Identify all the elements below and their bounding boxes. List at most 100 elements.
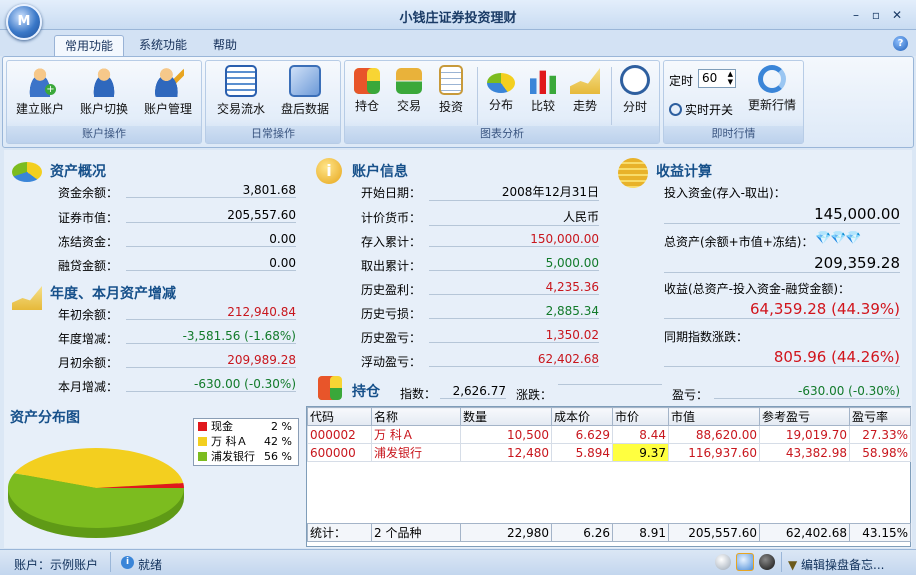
asset-pie-chart bbox=[7, 448, 184, 538]
withdrawals-label: 取出累计： bbox=[361, 259, 422, 273]
ribbon-group-account: + 建立账户 账户切换 账户管理 账户操作 bbox=[6, 60, 202, 144]
cell: 浦发银行 bbox=[371, 443, 461, 462]
tab-help[interactable]: 帮助 bbox=[203, 35, 247, 56]
trade-chart-button[interactable]: 交易 bbox=[387, 65, 431, 114]
theme-blue-icon[interactable] bbox=[736, 553, 754, 571]
theme-black-icon[interactable] bbox=[759, 554, 775, 570]
funnel-icon: ▼ bbox=[788, 558, 802, 572]
status-account: 账户：示例账户 bbox=[14, 558, 99, 572]
profit-label: 收益(总资产-投入资金-融贷金额)： bbox=[664, 282, 851, 296]
tab-system[interactable]: 系统功能 bbox=[129, 35, 197, 56]
cell: 88,620.00 bbox=[668, 425, 760, 444]
cell-selected[interactable]: 9.37 bbox=[612, 443, 669, 462]
change-label: 涨跌： bbox=[516, 388, 553, 402]
stepper-arrows-icon[interactable]: ▲ ▼ bbox=[728, 70, 733, 86]
holdings-grid[interactable]: 代码 名称 数量 成本价 市价 市值 参考盈亏 盈亏率 000002 万 科Ａ … bbox=[306, 406, 911, 547]
floating-pl-value: 62,402.68 bbox=[429, 352, 599, 367]
month-change-value: -630.00 (-0.30%) bbox=[126, 377, 296, 392]
memo-button[interactable]: ▼ 编辑操盘备忘... bbox=[788, 556, 885, 573]
app-menu-button[interactable]: M bbox=[6, 4, 42, 40]
col-header[interactable]: 盈亏率 bbox=[849, 407, 911, 426]
year-start-value: 212,940.84 bbox=[126, 305, 296, 320]
floating-pl-label: 浮动盈亏： bbox=[361, 355, 422, 369]
cubes-icon bbox=[354, 68, 380, 94]
ribbon-group-realtime: 定时 60 ▲ ▼ 实时开关 更新行情 即时行情 bbox=[663, 60, 804, 144]
window-title: 小钱庄证券投资理财 bbox=[399, 11, 517, 26]
legend-cash: 现金 2 % bbox=[194, 419, 298, 434]
summary-row: 统计： 2 个品种 22,980 6.26 8.91 205,557.60 62… bbox=[307, 523, 911, 542]
update-quotes-button[interactable]: 更新行情 bbox=[744, 65, 800, 113]
intraday-chart-button[interactable]: 分时 bbox=[613, 65, 657, 115]
legend-vanke: 万 科Ａ 42 % bbox=[194, 434, 298, 449]
theme-silver-icon[interactable] bbox=[715, 554, 731, 570]
col-header[interactable]: 参考盈亏 bbox=[759, 407, 850, 426]
legend-swatch bbox=[198, 437, 207, 446]
tab-common[interactable]: 常用功能 bbox=[54, 35, 125, 56]
help-icon[interactable]: ? bbox=[893, 36, 908, 51]
user-edit-icon bbox=[152, 65, 184, 97]
ledger-icon bbox=[225, 65, 257, 97]
investment-chart-button[interactable]: 投资 bbox=[429, 65, 473, 115]
ribbon-group-daily: 交易流水 盘后数据 日常操作 bbox=[205, 60, 341, 144]
frozen-funds-label: 冻结资金： bbox=[58, 235, 119, 249]
summary-table: 统计： 2 个品种 22,980 6.26 8.91 205,557.60 62… bbox=[307, 523, 911, 542]
col-header[interactable]: 市值 bbox=[668, 407, 760, 426]
switch-account-button[interactable]: 账户切换 bbox=[75, 65, 133, 117]
currency-label: 计价货币： bbox=[361, 211, 422, 225]
table-row[interactable]: 600000 浦发银行 12,480 5.894 9.37 116,937.60… bbox=[307, 443, 911, 462]
cell: 8.91 bbox=[612, 523, 669, 542]
table-row[interactable]: 000002 万 科Ａ 10,500 6.629 8.44 88,620.00 … bbox=[307, 425, 911, 444]
col-header[interactable]: 代码 bbox=[307, 407, 372, 426]
cell: 62,402.68 bbox=[759, 523, 850, 542]
distribution-title: 资产分布图 bbox=[10, 410, 80, 426]
exchange-icon bbox=[396, 68, 422, 94]
transaction-log-button[interactable]: 交易流水 bbox=[212, 65, 270, 117]
trend-chart-button[interactable]: 走势 bbox=[563, 65, 607, 114]
realtime-toggle[interactable]: 实时开关 bbox=[669, 101, 733, 118]
close-button[interactable]: ✕ bbox=[889, 8, 905, 22]
start-date-label: 开始日期： bbox=[361, 186, 422, 200]
diamond-rating-icon: 💎💎💎 bbox=[815, 231, 862, 246]
compare-chart-button[interactable]: 比较 bbox=[521, 65, 565, 114]
hist-profit-label: 历史盈利： bbox=[361, 283, 422, 297]
cell: 22,980 bbox=[460, 523, 552, 542]
group-caption: 账户操作 bbox=[7, 126, 201, 143]
cell: 600000 bbox=[307, 443, 372, 462]
holdings-title: 持仓 bbox=[352, 384, 380, 400]
after-market-data-button[interactable]: 盘后数据 bbox=[276, 65, 334, 117]
restore-button[interactable]: ▫ bbox=[868, 8, 884, 22]
col-header[interactable]: 数量 bbox=[460, 407, 552, 426]
timer-label: 定时 bbox=[669, 74, 694, 88]
col-header[interactable]: 成本价 bbox=[551, 407, 613, 426]
total-assets-label: 总资产(余额+市值+冻结)： bbox=[664, 235, 814, 249]
clock-icon bbox=[669, 103, 682, 116]
status-state: 就绪 bbox=[138, 558, 163, 572]
info-icon: i bbox=[121, 556, 134, 569]
clipboard-icon bbox=[439, 65, 463, 95]
pie-chart-icon bbox=[487, 73, 515, 93]
asset-overview-title: 资产概况 bbox=[50, 164, 106, 180]
minimize-button[interactable]: – bbox=[848, 8, 864, 22]
col-header[interactable]: 市价 bbox=[612, 407, 669, 426]
month-start-value: 209,989.28 bbox=[126, 353, 296, 368]
cell: 43.15% bbox=[849, 523, 911, 542]
manage-account-button[interactable]: 账户管理 bbox=[139, 65, 197, 117]
month-start-label: 月初余额： bbox=[58, 356, 119, 370]
year-change-value: -3,581.56 (-1.68%) bbox=[126, 329, 296, 344]
cubes-icon bbox=[318, 376, 342, 400]
col-header[interactable]: 名称 bbox=[371, 407, 461, 426]
pl-value: -630.00 (-0.30%) bbox=[714, 384, 900, 399]
cell: 000002 bbox=[307, 425, 372, 444]
account-info-title: 账户信息 bbox=[352, 164, 408, 180]
ribbon-group-chart: 持仓 交易 投资 分布 比较 走势 分时 图表分析 bbox=[344, 60, 660, 144]
hist-loss-label: 历史亏损： bbox=[361, 307, 422, 321]
holdings-chart-button[interactable]: 持仓 bbox=[345, 65, 389, 114]
distribution-chart-button[interactable]: 分布 bbox=[479, 65, 523, 113]
cell: 6.26 bbox=[551, 523, 613, 542]
pie-legend: 现金 2 % 万 科Ａ 42 % 浦发银行 56 % bbox=[193, 418, 299, 466]
create-account-button[interactable]: + 建立账户 bbox=[11, 65, 69, 117]
annual-change-title: 年度、本月资产增减 bbox=[50, 286, 176, 302]
clock-icon bbox=[620, 65, 650, 95]
withdrawals-value: 5,000.00 bbox=[429, 256, 599, 271]
timer-stepper[interactable]: 60 ▲ ▼ bbox=[698, 69, 736, 88]
